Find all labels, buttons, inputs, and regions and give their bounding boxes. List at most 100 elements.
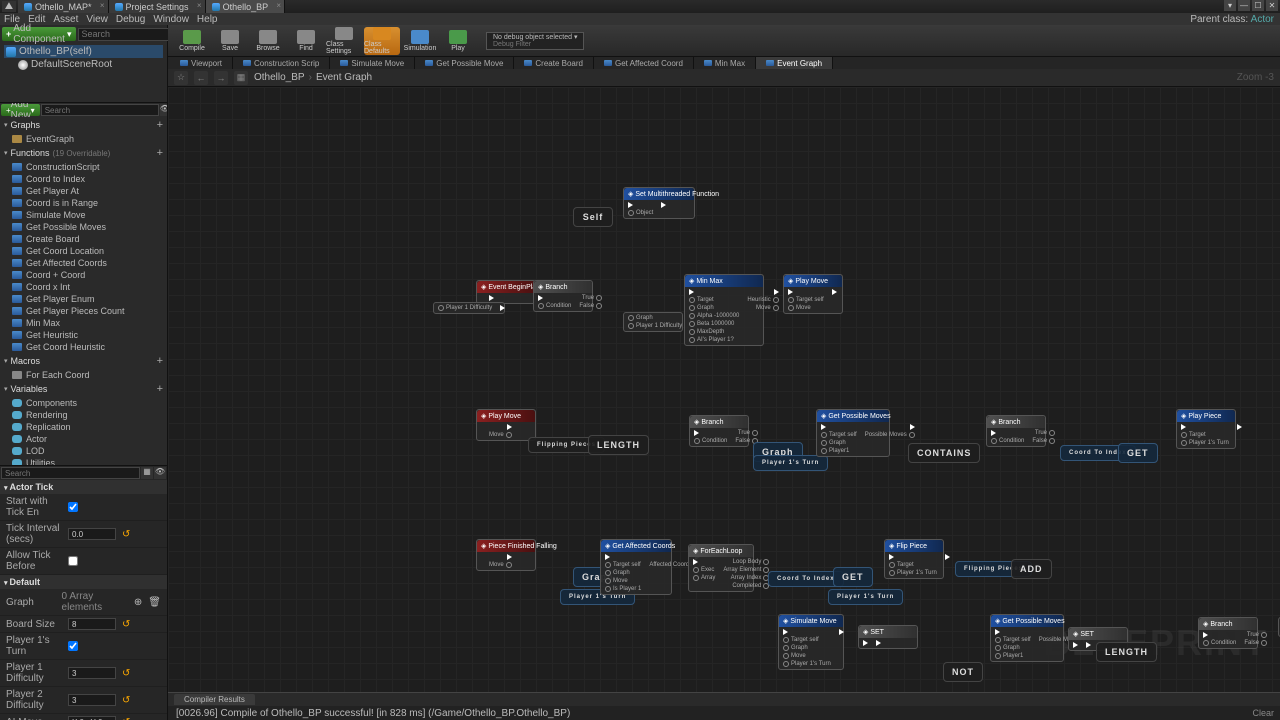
graph-tab[interactable]: Viewport — [170, 57, 233, 69]
pin-icon[interactable] — [1261, 640, 1267, 646]
debug-object-selector[interactable]: No debug object selected ▾ Debug Filter — [486, 32, 584, 50]
compact-node[interactable]: Player 1's Turn — [828, 589, 903, 605]
pin-icon[interactable] — [500, 305, 505, 311]
menu-item[interactable]: Debug — [116, 14, 145, 25]
graph-node[interactable]: GraphPlayer 1 Difficulty — [623, 312, 683, 332]
pin-icon[interactable] — [909, 432, 915, 438]
list-item[interactable]: Coord to Index — [8, 173, 167, 185]
menu-item[interactable]: View — [86, 14, 108, 25]
crumb-bp[interactable]: Othello_BP — [254, 72, 305, 83]
toolbar-button[interactable]: Class Settings — [326, 27, 362, 55]
pin-icon[interactable] — [628, 315, 634, 321]
pin-icon[interactable] — [1203, 640, 1209, 646]
graph-node[interactable]: ◈ Play PieceTargetPlayer 1's Turn — [1176, 409, 1236, 449]
pin-icon[interactable] — [605, 578, 611, 584]
graph-node[interactable]: Player 1 Difficulty — [433, 302, 505, 314]
window-button[interactable]: ▾ — [1224, 0, 1236, 11]
graph-node[interactable]: ◈ Play MoveTarget selfMove — [783, 274, 843, 314]
pin-icon[interactable] — [507, 554, 512, 560]
checkbox[interactable] — [68, 502, 78, 512]
pin-icon[interactable] — [605, 570, 611, 576]
details-matrix-icon[interactable]: ▦ — [141, 467, 153, 479]
add-icon[interactable]: + — [157, 119, 163, 131]
section-header[interactable]: Macros+ — [0, 353, 167, 369]
clear-button[interactable]: Clear — [1252, 708, 1274, 718]
menu-bar[interactable]: FileEditAssetViewDebugWindowHelp Parent … — [0, 13, 1280, 25]
graph-tab[interactable]: Simulate Move — [330, 57, 415, 69]
pin-icon[interactable] — [991, 438, 997, 444]
window-button[interactable]: ✕ — [1266, 0, 1278, 11]
pin-icon[interactable] — [689, 305, 695, 311]
close-icon[interactable]: × — [197, 1, 202, 10]
list-item[interactable]: Replication — [8, 421, 167, 433]
add-icon[interactable]: + — [157, 383, 163, 395]
pin-icon[interactable] — [783, 629, 788, 635]
pin-icon[interactable] — [507, 424, 512, 430]
graph-node[interactable]: ◈ BranchConditionTrue False — [986, 415, 1046, 447]
graph-node[interactable]: ◈ BranchConditionTrue False — [689, 415, 749, 447]
title-tab[interactable]: Othello_BP× — [206, 0, 286, 13]
compact-node[interactable]: Self — [573, 207, 613, 227]
section-header[interactable]: Functions (19 Overridable)+ — [0, 145, 167, 161]
array-add-icon[interactable]: ⊕ — [134, 597, 142, 608]
pin-icon[interactable] — [788, 305, 794, 311]
list-item[interactable]: Simulate Move — [8, 209, 167, 221]
crumb-graph[interactable]: Event Graph — [316, 72, 372, 83]
compact-node[interactable]: Player 1's Turn — [753, 455, 828, 471]
details-section-header[interactable]: Actor Tick — [0, 480, 167, 494]
favorite-icon[interactable]: ☆ — [174, 71, 188, 85]
list-item[interactable]: ConstructionScript — [8, 161, 167, 173]
pin-icon[interactable] — [773, 305, 779, 311]
list-item[interactable]: Min Max — [8, 317, 167, 329]
pin-icon[interactable] — [506, 562, 512, 568]
pin-icon[interactable] — [628, 210, 634, 216]
pin-icon[interactable] — [763, 559, 769, 565]
list-item[interactable]: Get Coord Heuristic — [8, 341, 167, 353]
pin-icon[interactable] — [1181, 424, 1186, 430]
compiler-results-tab[interactable]: Compiler Results — [174, 694, 255, 705]
graph-node[interactable]: ◈ Piece Finished FallingMove — [476, 539, 536, 571]
pin-icon[interactable] — [821, 432, 827, 438]
value-input[interactable] — [68, 618, 116, 630]
pin-icon[interactable] — [945, 554, 950, 560]
details-search-input[interactable] — [1, 467, 140, 479]
compact-node[interactable]: NOT — [943, 662, 983, 682]
compact-node[interactable]: GET — [1118, 443, 1158, 463]
toolbar-button[interactable]: Find — [288, 27, 324, 55]
graph-tab[interactable]: Construction Scrip — [233, 57, 330, 69]
menu-item[interactable]: Help — [197, 14, 218, 25]
pin-icon[interactable] — [538, 303, 544, 309]
value-input[interactable] — [68, 694, 116, 706]
pin-icon[interactable] — [694, 438, 700, 444]
pin-icon[interactable] — [596, 295, 602, 301]
pin-icon[interactable] — [538, 295, 543, 301]
list-item[interactable]: Components — [8, 397, 167, 409]
graph-node[interactable]: ◈ BranchConditionTrue False — [533, 280, 593, 312]
graph-tab[interactable]: Event Graph — [756, 57, 833, 69]
list-item[interactable]: LOD — [8, 445, 167, 457]
value-input[interactable] — [68, 716, 116, 720]
pin-icon[interactable] — [788, 297, 794, 303]
pin-icon[interactable] — [876, 640, 881, 646]
pin-icon[interactable] — [1181, 432, 1187, 438]
pin-icon[interactable] — [995, 629, 1000, 635]
array-clear-icon[interactable]: 🗑 — [148, 597, 161, 608]
pin-icon[interactable] — [821, 424, 826, 430]
pin-icon[interactable] — [821, 440, 827, 446]
pin-icon[interactable] — [1203, 632, 1208, 638]
pin-icon[interactable] — [783, 637, 789, 643]
graph-node[interactable]: ◈ ForEachLoopExecArrayLoop BodyArray Ele… — [688, 544, 754, 592]
graph-tab[interactable]: Get Affected Coord — [594, 57, 694, 69]
value-input[interactable] — [68, 528, 116, 540]
pin-icon[interactable] — [783, 661, 789, 667]
list-item[interactable]: Get Heuristic — [8, 329, 167, 341]
pin-icon[interactable] — [752, 430, 758, 436]
add-icon[interactable]: + — [157, 147, 163, 159]
list-item[interactable]: Get Coord Location — [8, 245, 167, 257]
nav-fwd-icon[interactable]: → — [214, 71, 228, 85]
list-item[interactable]: Actor — [8, 433, 167, 445]
pin-icon[interactable] — [774, 289, 779, 295]
list-item[interactable]: Coord is in Range — [8, 197, 167, 209]
event-graph-canvas[interactable]: BLUEPRINT ◈ Set Multithreaded FunctionOb… — [168, 87, 1280, 692]
pin-icon[interactable] — [689, 329, 695, 335]
